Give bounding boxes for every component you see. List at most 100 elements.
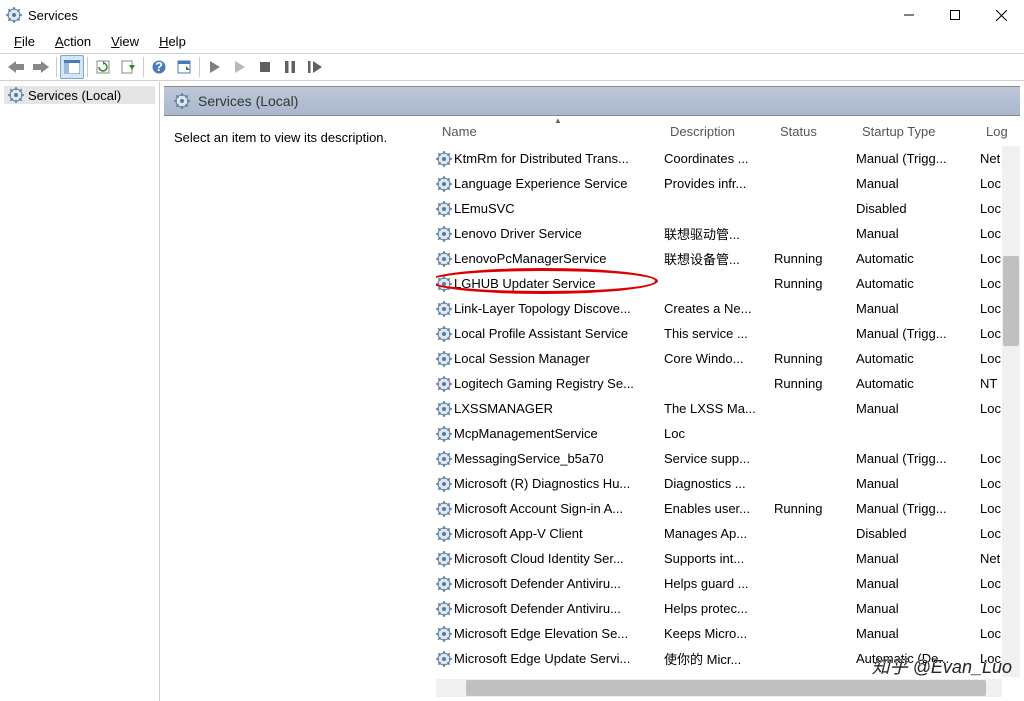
vertical-scroll-thumb[interactable] xyxy=(1003,256,1019,346)
service-row[interactable]: Microsoft Defender Antiviru... Helps gua… xyxy=(436,571,1020,596)
restart-service-button[interactable] xyxy=(303,55,327,79)
service-row[interactable]: Microsoft Cloud Identity Ser... Supports… xyxy=(436,546,1020,571)
refresh-button[interactable] xyxy=(91,55,115,79)
service-status: Running xyxy=(774,501,856,516)
service-name: Microsoft Cloud Identity Ser... xyxy=(454,551,624,566)
service-startup-type: Manual xyxy=(856,626,980,641)
service-startup-type: Manual (Trigg... xyxy=(856,326,980,341)
stop-service-button[interactable] xyxy=(253,55,277,79)
service-startup-type: Manual (Trigg... xyxy=(856,501,980,516)
service-row[interactable]: Link-Layer Topology Discove... Creates a… xyxy=(436,296,1020,321)
service-status: Running xyxy=(774,251,856,266)
service-name: Microsoft Account Sign-in A... xyxy=(454,501,623,516)
service-startup-type: Manual xyxy=(856,226,980,241)
service-description: Helps guard ... xyxy=(664,576,774,591)
service-row[interactable]: Language Experience Service Provides inf… xyxy=(436,171,1020,196)
service-description: Supports int... xyxy=(664,551,774,566)
gear-icon xyxy=(436,276,452,292)
service-row[interactable]: MessagingService_b5a70 Service supp... M… xyxy=(436,446,1020,471)
pause-service-button[interactable] xyxy=(278,55,302,79)
service-row[interactable]: LGHUB Updater Service Running Automatic … xyxy=(436,271,1020,296)
horizontal-scroll-thumb[interactable] xyxy=(466,680,986,696)
minimize-button[interactable] xyxy=(886,0,932,30)
show-hide-tree-button[interactable] xyxy=(60,55,84,79)
horizontal-scrollbar[interactable] xyxy=(436,679,1002,697)
service-name: LenovoPcManagerService xyxy=(454,251,606,266)
start-service-button[interactable] xyxy=(203,55,227,79)
service-row[interactable]: KtmRm for Distributed Trans... Coordinat… xyxy=(436,146,1020,171)
service-startup-type: Automatic xyxy=(856,276,980,291)
tree-item-services-local[interactable]: Services (Local) xyxy=(4,86,155,104)
gear-icon xyxy=(436,501,452,517)
gear-icon xyxy=(436,576,452,592)
gear-icon xyxy=(436,251,452,267)
service-startup-type: Manual xyxy=(856,301,980,316)
close-button[interactable] xyxy=(978,0,1024,30)
menu-action[interactable]: Action xyxy=(45,32,101,51)
properties-button[interactable] xyxy=(172,55,196,79)
service-name: Language Experience Service xyxy=(454,176,627,191)
service-logon: Loc xyxy=(664,426,704,441)
service-row[interactable]: Microsoft (R) Diagnostics Hu... Diagnost… xyxy=(436,471,1020,496)
gear-icon xyxy=(436,201,452,217)
service-name: Local Session Manager xyxy=(454,351,590,366)
column-header-description[interactable]: Description xyxy=(664,118,774,145)
service-description: Service supp... xyxy=(664,451,774,466)
vertical-scrollbar[interactable] xyxy=(1002,146,1020,677)
gear-icon xyxy=(436,326,452,342)
help-button[interactable]: ? xyxy=(147,55,171,79)
menu-view[interactable]: View xyxy=(101,32,149,51)
service-row[interactable]: Microsoft App-V Client Manages Ap... Dis… xyxy=(436,521,1020,546)
column-header-name[interactable]: Name▲ xyxy=(436,118,664,145)
description-pane: Select an item to view its description. xyxy=(164,116,436,697)
service-description: 联想驱动管... xyxy=(664,224,774,243)
forward-button[interactable] xyxy=(29,55,53,79)
description-placeholder: Select an item to view its description. xyxy=(174,130,387,145)
service-startup-type: Manual xyxy=(856,551,980,566)
pause-start-button[interactable] xyxy=(228,55,252,79)
service-name: Microsoft Defender Antiviru... xyxy=(454,576,621,591)
service-row[interactable]: Microsoft Edge Update Servi... 使你的 Micr.… xyxy=(436,646,1020,671)
gear-icon xyxy=(436,651,452,667)
service-row[interactable]: Microsoft Edge Elevation Se... Keeps Mic… xyxy=(436,621,1020,646)
service-description: Creates a Ne... xyxy=(664,301,774,316)
column-header-status[interactable]: Status xyxy=(774,118,856,145)
menu-file[interactable]: File xyxy=(4,32,45,51)
service-startup-type: Manual xyxy=(856,476,980,491)
service-row[interactable]: McpManagementService Loc xyxy=(436,421,1020,446)
titlebar: Services xyxy=(0,0,1024,30)
service-description: Enables user... xyxy=(664,501,774,516)
service-row[interactable]: Microsoft Account Sign-in A... Enables u… xyxy=(436,496,1020,521)
column-header-startup-type[interactable]: Startup Type xyxy=(856,118,980,145)
service-name: Microsoft Edge Update Servi... xyxy=(454,651,630,666)
export-button[interactable] xyxy=(116,55,140,79)
service-row[interactable]: LEmuSVC Disabled Loc xyxy=(436,196,1020,221)
gear-icon xyxy=(436,176,452,192)
service-name: Microsoft Defender Antiviru... xyxy=(454,601,621,616)
service-row[interactable]: Lenovo Driver Service 联想驱动管... Manual Lo… xyxy=(436,221,1020,246)
service-description: This service ... xyxy=(664,326,774,341)
back-button[interactable] xyxy=(4,55,28,79)
service-row[interactable]: Local Profile Assistant Service This ser… xyxy=(436,321,1020,346)
service-startup-type: Manual xyxy=(856,576,980,591)
menu-help[interactable]: Help xyxy=(149,32,196,51)
column-header-logon[interactable]: Log xyxy=(980,118,1020,145)
maximize-button[interactable] xyxy=(932,0,978,30)
pane-header-title: Services (Local) xyxy=(198,93,298,109)
service-startup-type: Automatic xyxy=(856,251,980,266)
service-row[interactable]: Microsoft Defender Antiviru... Helps pro… xyxy=(436,596,1020,621)
service-row[interactable]: Logitech Gaming Registry Se... Running A… xyxy=(436,371,1020,396)
gear-icon xyxy=(436,376,452,392)
service-name: KtmRm for Distributed Trans... xyxy=(454,151,629,166)
service-row[interactable]: Local Session Manager Core Windo... Runn… xyxy=(436,346,1020,371)
service-name: McpManagementService xyxy=(454,426,598,441)
service-description: Loc xyxy=(664,426,774,441)
service-startup-type: Manual (Trigg... xyxy=(856,451,980,466)
svg-text:?: ? xyxy=(155,60,163,74)
service-row[interactable]: LenovoPcManagerService 联想设备管... Running … xyxy=(436,246,1020,271)
service-row[interactable]: LXSSMANAGER The LXSS Ma... Manual Loc xyxy=(436,396,1020,421)
service-name: LXSSMANAGER xyxy=(454,401,553,416)
grid-header: Name▲ Description Status Startup Type Lo… xyxy=(436,116,1020,146)
service-description: 使你的 Micr... xyxy=(664,649,774,668)
app-icon xyxy=(6,7,22,23)
